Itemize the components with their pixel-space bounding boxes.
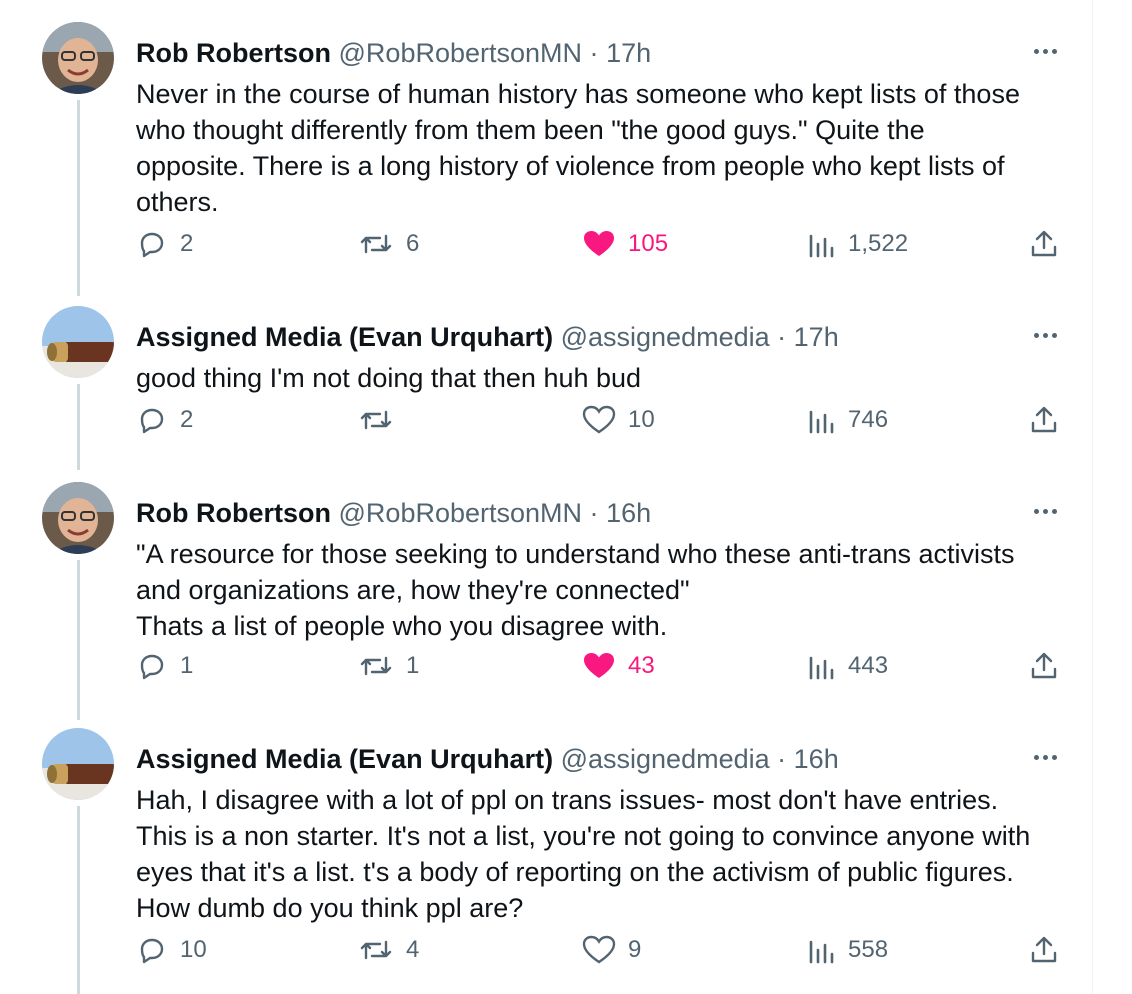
heart-filled-icon [584, 653, 614, 678]
repost-button[interactable] [358, 404, 406, 436]
tweet[interactable]: Rob Robertson @RobRobertsonMN · 17h Neve… [0, 16, 1092, 286]
views-chart-icon [809, 940, 834, 964]
timestamp[interactable]: 16h [794, 744, 839, 774]
timeline-border [1092, 0, 1093, 994]
reply-icon [140, 938, 164, 964]
reply-icon [140, 232, 164, 258]
reply-button[interactable]: 2 [136, 228, 193, 260]
author-handle[interactable]: @RobRobertsonMN [339, 38, 583, 68]
separator-dot: · [777, 322, 787, 352]
tweet[interactable]: Assigned Media (Evan Urquhart) @assigned… [0, 722, 1092, 994]
like-button[interactable]: 105 [582, 228, 668, 260]
reply-icon [140, 408, 164, 434]
tweet-header: Assigned Media (Evan Urquhart) @assigned… [136, 320, 839, 354]
author-name[interactable]: Rob Robertson [136, 498, 331, 528]
views-button[interactable]: 443 [806, 650, 888, 682]
repost-button[interactable]: 4 [358, 934, 419, 966]
avatar-assigned-media[interactable] [42, 728, 114, 800]
more-options-icon[interactable] [1028, 34, 1062, 68]
tweet-header: Rob Robertson @RobRobertsonMN · 17h [136, 36, 651, 70]
tweet[interactable]: Rob Robertson @RobRobertsonMN · 16h "A r… [0, 476, 1092, 720]
repost-button[interactable]: 1 [358, 650, 419, 682]
views-button[interactable]: 1,522 [806, 228, 908, 260]
author-handle[interactable]: @assignedmedia [561, 322, 770, 352]
share-button[interactable] [1028, 650, 1060, 682]
reply-count: 2 [180, 230, 194, 257]
like-count: 43 [628, 652, 655, 679]
share-icon [1031, 936, 1057, 963]
author-name[interactable]: Rob Robertson [136, 38, 331, 68]
reply-count: 1 [180, 652, 194, 679]
author-name[interactable]: Assigned Media (Evan Urquhart) [136, 322, 553, 352]
share-icon [1031, 230, 1057, 257]
timestamp[interactable]: 17h [606, 38, 651, 68]
separator-dot: · [589, 38, 599, 68]
share-button[interactable] [1028, 228, 1060, 260]
more-options-icon[interactable] [1028, 494, 1062, 528]
like-count: 105 [628, 230, 669, 257]
view-count: 1,522 [848, 230, 909, 257]
share-icon [1031, 406, 1057, 433]
repost-count: 6 [406, 230, 420, 257]
repost-count: 4 [406, 936, 420, 963]
view-count: 746 [848, 406, 889, 433]
author-handle[interactable]: @RobRobertsonMN [339, 498, 583, 528]
repost-icon [360, 234, 392, 254]
like-count: 10 [628, 406, 655, 433]
share-icon [1031, 652, 1057, 679]
views-button[interactable]: 746 [806, 404, 888, 436]
like-count: 9 [628, 936, 642, 963]
reply-button[interactable]: 2 [136, 404, 193, 436]
avatar-rob-robertson[interactable] [42, 482, 114, 554]
tweet-text: "A resource for those seeking to underst… [136, 539, 1015, 641]
heart-icon [582, 935, 616, 964]
share-button[interactable] [1028, 404, 1060, 436]
reply-button[interactable]: 1 [136, 650, 193, 682]
avatar-rob-robertson[interactable] [42, 22, 114, 94]
like-button[interactable]: 9 [582, 934, 641, 966]
reply-icon [140, 654, 164, 680]
reply-count: 2 [180, 406, 194, 433]
repost-count: 1 [406, 652, 420, 679]
repost-icon [360, 656, 392, 676]
more-options-icon[interactable] [1028, 318, 1062, 352]
repost-icon [360, 410, 392, 430]
separator-dot: · [589, 498, 599, 528]
reply-button[interactable]: 10 [136, 934, 207, 966]
tweet-text: Never in the course of human history has… [136, 79, 1020, 217]
view-count: 558 [848, 936, 889, 963]
separator-dot: · [777, 744, 787, 774]
heart-filled-icon [584, 231, 614, 256]
timestamp[interactable]: 17h [794, 322, 839, 352]
author-name[interactable]: Assigned Media (Evan Urquhart) [136, 744, 553, 774]
share-button[interactable] [1028, 934, 1060, 966]
tweet-text: Hah, I disagree with a lot of ppl on tra… [136, 785, 1031, 923]
author-handle[interactable]: @assignedmedia [561, 744, 770, 774]
repost-button[interactable]: 6 [358, 228, 419, 260]
view-count: 443 [848, 652, 889, 679]
tweet-header: Assigned Media (Evan Urquhart) @assigned… [136, 742, 839, 776]
tweet[interactable]: Assigned Media (Evan Urquhart) @assigned… [0, 300, 1092, 470]
tweet-header: Rob Robertson @RobRobertsonMN · 16h [136, 496, 651, 530]
views-chart-icon [809, 656, 834, 680]
heart-icon [582, 405, 616, 434]
reply-count: 10 [180, 936, 207, 963]
tweet-text: good thing I'm not doing that then huh b… [136, 363, 642, 393]
repost-icon [360, 940, 392, 960]
views-chart-icon [809, 410, 834, 434]
avatar-assigned-media[interactable] [42, 306, 114, 378]
views-chart-icon [809, 234, 834, 258]
like-button[interactable]: 10 [582, 404, 655, 436]
timestamp[interactable]: 16h [606, 498, 651, 528]
like-button[interactable]: 43 [582, 650, 655, 682]
views-button[interactable]: 558 [806, 934, 888, 966]
more-options-icon[interactable] [1028, 740, 1062, 774]
